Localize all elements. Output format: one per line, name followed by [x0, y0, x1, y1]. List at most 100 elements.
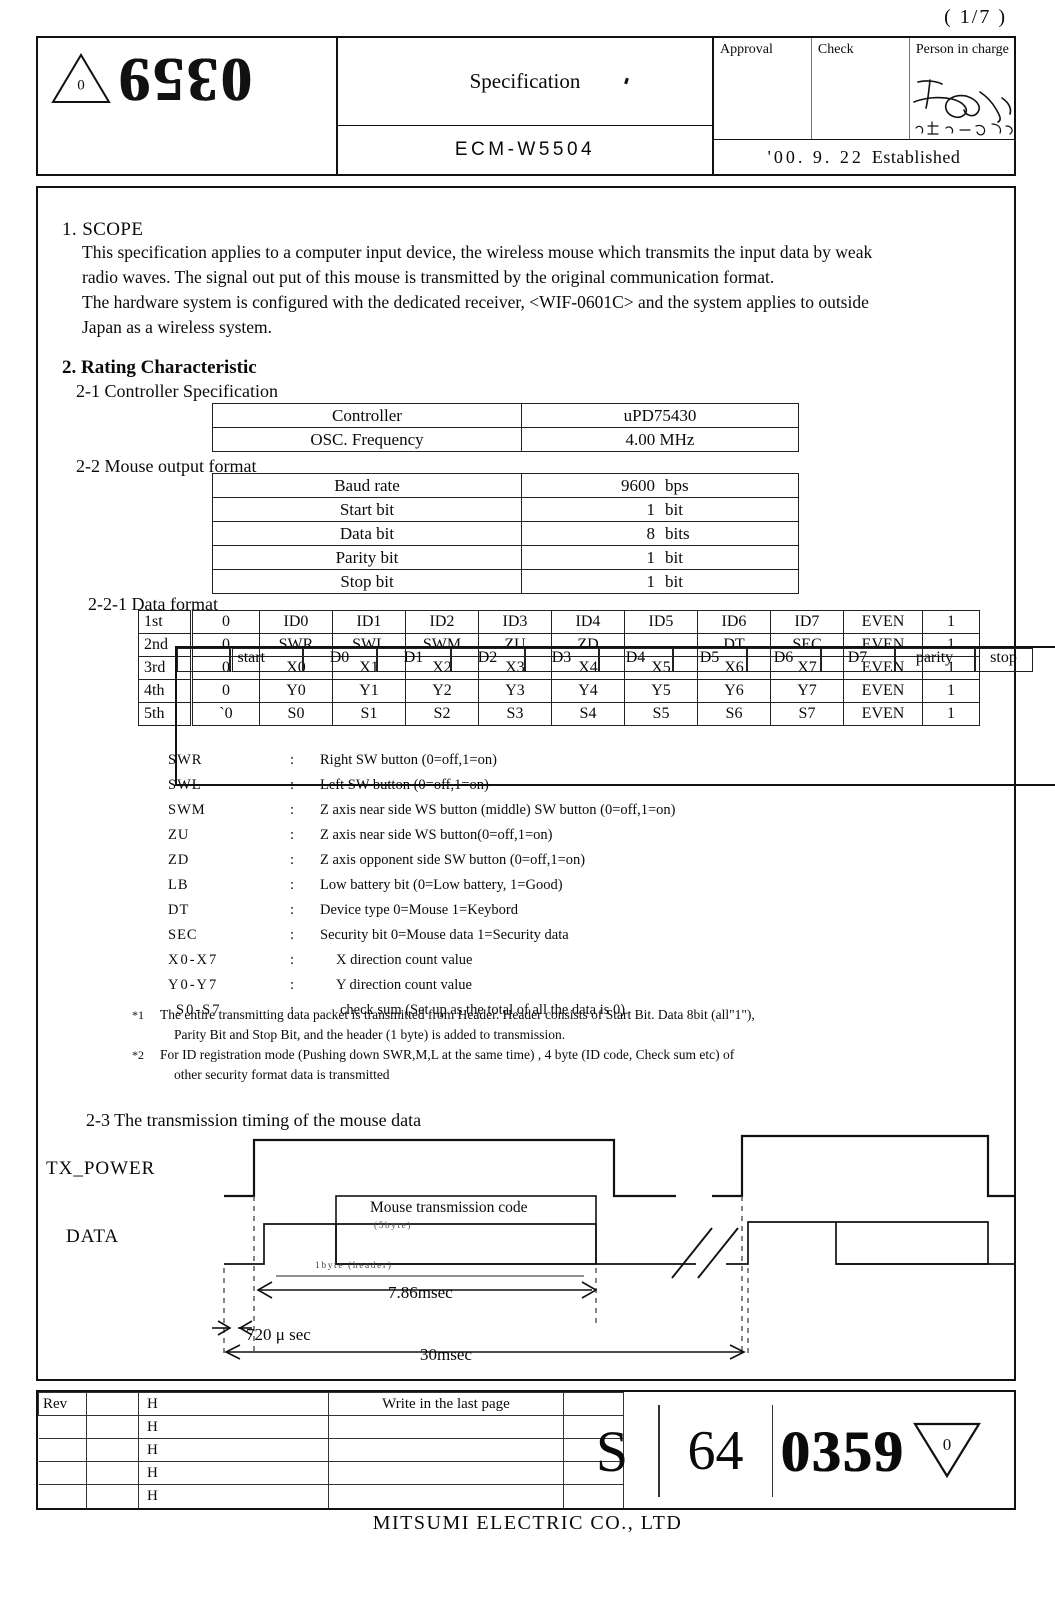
- scan-speck: [624, 77, 629, 85]
- cell-value: 1 bit: [521, 497, 799, 522]
- period-duration-label: 30msec: [420, 1345, 472, 1364]
- approval-column: Approval: [714, 38, 812, 139]
- legend-value: Device type 0=Mouse 1=Keybord: [320, 902, 518, 918]
- legend-colon: :: [290, 952, 295, 968]
- scope-line: Japan as a wireless system.: [82, 317, 273, 337]
- legend-item: Y0-Y7 : Y direction count value: [0, 977, 1055, 1002]
- table-row: H: [38, 1438, 624, 1463]
- table-row: OSC. Frequency 4.00 MHz: [212, 427, 799, 452]
- svg-text:0: 0: [77, 76, 85, 92]
- person-in-charge-label: Person in charge: [915, 42, 1009, 57]
- cell-bit: ID0: [259, 610, 333, 634]
- cell-bit: ID2: [405, 610, 479, 634]
- legend-colon: :: [290, 877, 295, 893]
- legend-colon: :: [290, 777, 295, 793]
- legend-colon: :: [290, 977, 295, 993]
- legend-colon: :: [290, 927, 295, 943]
- rev-h-letter: H: [147, 1464, 168, 1481]
- footnote-line: The entire transmitting data packet is t…: [160, 1007, 755, 1022]
- cell-stop: 1: [922, 610, 980, 634]
- rev-note-cell: [328, 1484, 564, 1508]
- cell-unit: bit: [665, 571, 683, 591]
- cell-value: uPD75430: [521, 403, 799, 428]
- cell-number: 1: [646, 499, 656, 519]
- table-row: H: [38, 1484, 624, 1508]
- page-indicator: ( 1/7 ): [944, 6, 1007, 28]
- cell-bit: ID3: [478, 610, 552, 634]
- table-row: Controller uPD75430: [212, 403, 799, 428]
- signal-legend-list: SWR : Right SW button (0=off,1=on) SWL :…: [0, 752, 1055, 1027]
- legend-item: SWR : Right SW button (0=off,1=on): [0, 752, 1055, 777]
- column-header: parity: [894, 648, 975, 672]
- established-row: '00. 9. 22 Established: [714, 140, 1014, 174]
- company-name: MITSUMI ELECTRIC CO., LTD: [372, 1512, 683, 1534]
- cell-label: Parity bit: [212, 545, 522, 570]
- mouse-code-label: Mouse transmission code: [370, 1199, 528, 1216]
- cell-bit: ID1: [332, 610, 406, 634]
- cell-value: 8 bits: [521, 521, 799, 546]
- header-byte-label: 1byte (header): [315, 1261, 393, 1271]
- footnote-line: For ID registration mode (Pushing down S…: [160, 1047, 735, 1062]
- legend-item: X0-X7 : X direction count value: [0, 952, 1055, 977]
- table-row: Start bit 1 bit: [212, 497, 799, 522]
- title-block-stamp-cell: 0359 0: [38, 38, 338, 174]
- established-date: '00. 9. 22: [767, 146, 864, 167]
- title-block-approval-cell: Approval Check Person in charge '00. 9. …: [714, 38, 1014, 174]
- stamp-prefix: S: [595, 1418, 629, 1484]
- title-block: 0359 0 Specification ECM-W5504 Approval: [36, 36, 1016, 176]
- rev-blank-cell: [86, 1391, 139, 1417]
- leadin-duration-label: 720 μ sec: [246, 1325, 311, 1344]
- part-number: ECM-W5504: [454, 139, 596, 160]
- rev-blank-cell: [86, 1484, 139, 1508]
- cell-unit: bit: [665, 547, 683, 567]
- rev-blank-cell: [86, 1461, 139, 1486]
- cell-value: 1 bit: [521, 545, 799, 570]
- scope-heading: 1. SCOPE: [62, 219, 144, 240]
- revision-table: Rev H Write in the last page H H H H: [38, 1391, 624, 1508]
- column-header: D5: [672, 648, 747, 672]
- rev-h-cell: H: [138, 1438, 329, 1463]
- table-row: Rev H Write in the last page: [38, 1391, 624, 1417]
- approval-row: Approval Check Person in charge: [714, 38, 1014, 140]
- document-number-stamp: S 64 0359 0: [566, 1398, 1014, 1504]
- legend-colon: :: [290, 752, 295, 768]
- rev-h-cell: H: [138, 1391, 329, 1417]
- tx-power-label: TX_POWER: [46, 1158, 156, 1179]
- rev-h-letter: H: [147, 1395, 168, 1412]
- rev-note-cell: [328, 1438, 564, 1463]
- legend-key: Y0-Y7: [168, 977, 219, 993]
- cell-label: Stop bit: [212, 569, 522, 594]
- stamp-serial: 0359: [781, 1418, 905, 1484]
- rev-h-letter: H: [147, 1488, 168, 1505]
- legend-colon: :: [290, 852, 295, 868]
- scope-line: radio waves. The signal out put of this …: [82, 267, 775, 287]
- rev-note-cell: [328, 1415, 564, 1440]
- scope-line: The hardware system is configured with t…: [82, 292, 869, 312]
- legend-item: SWL : Left SW button (0=off,1=on): [0, 777, 1055, 802]
- table-row: Data bit 8 bits: [212, 521, 799, 546]
- svg-text:0: 0: [943, 1435, 952, 1454]
- legend-key: ZD: [168, 852, 190, 868]
- rev-h-cell: H: [138, 1461, 329, 1486]
- rotated-stamp-number: 0359: [116, 45, 252, 113]
- cell-number: 1: [646, 547, 656, 567]
- legend-key: SEC: [168, 927, 198, 943]
- legend-value: Security bit 0=Mouse data 1=Security dat…: [320, 927, 569, 943]
- approval-label: Approval: [720, 42, 773, 57]
- legend-colon: :: [290, 802, 295, 818]
- scope-text: This specification applies to a computer…: [82, 240, 988, 340]
- scope-line: This specification applies to a computer…: [82, 242, 873, 262]
- triangle-mark-icon: 0: [50, 52, 112, 106]
- cell-value: 4.00 MHz: [521, 427, 799, 452]
- rotated-stamp: 0359 0: [50, 45, 252, 113]
- footnote-line: other security format data is transmitte…: [174, 1067, 390, 1082]
- footnote-marker: *2: [132, 1048, 144, 1062]
- table-row: H: [38, 1415, 624, 1440]
- table-row: Parity bit 1 bit: [212, 545, 799, 570]
- legend-value: Y direction count value: [336, 977, 472, 993]
- check-column: Check: [812, 38, 910, 139]
- column-header: D2: [450, 648, 525, 672]
- cell-value: 9600 bps: [521, 473, 799, 498]
- established-label: Established: [871, 146, 961, 167]
- cell-number: 1: [646, 571, 656, 591]
